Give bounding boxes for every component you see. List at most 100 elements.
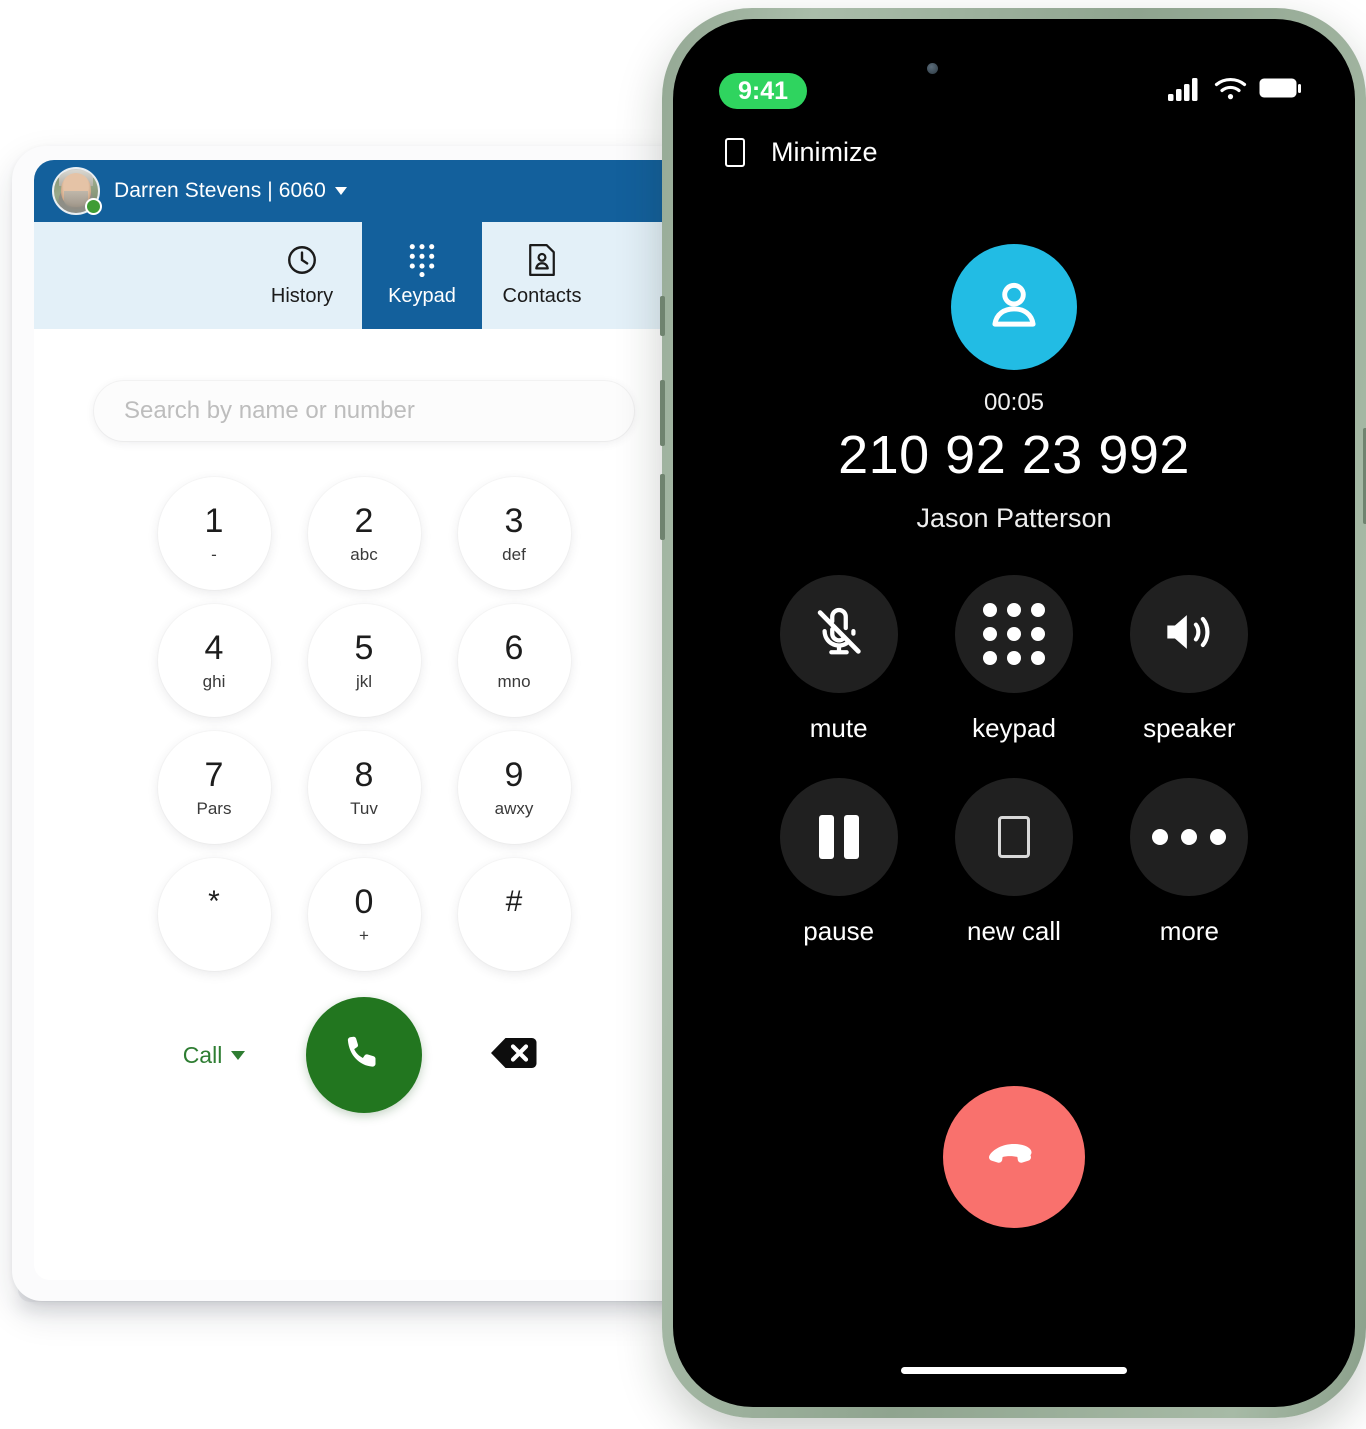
- pause-icon: [818, 815, 859, 859]
- cellular-signal-icon: [1168, 76, 1202, 107]
- tab-contacts[interactable]: Contacts: [482, 222, 602, 329]
- key-digit: *: [208, 885, 220, 918]
- control-speaker-label: speaker: [1143, 713, 1236, 743]
- tab-bar: History Keypad Contacts: [34, 222, 694, 329]
- screenshot-stage: Darren Stevens | 6060 History Keypad Con…: [0, 0, 1366, 1429]
- key-7[interactable]: 7 Pars: [157, 731, 271, 844]
- control-mute-label: mute: [809, 713, 868, 743]
- end-call-button[interactable]: [943, 1086, 1085, 1228]
- call-type-dropdown[interactable]: Call: [183, 1042, 246, 1069]
- account-label: Darren Stevens | 6060: [114, 179, 326, 202]
- status-indicators: [1168, 76, 1303, 107]
- person-icon: [983, 274, 1045, 341]
- phone-handset-icon: [341, 1030, 387, 1081]
- keypad-panel: Search by name or number 1 - 2 abc 3 def: [34, 329, 694, 1280]
- phone-volume-up-button[interactable]: [660, 380, 665, 446]
- key-digit: 4: [204, 629, 224, 667]
- key-4[interactable]: 4 ghi: [157, 604, 271, 717]
- dial-keypad: 1 - 2 abc 3 def 4 ghi 5 jkl 6 mno 7 Pars…: [139, 477, 589, 971]
- key-8[interactable]: 8 Tuv: [307, 731, 421, 844]
- key-digit: 5: [354, 629, 374, 667]
- control-pause[interactable]: pause: [779, 778, 898, 947]
- control-more-label: more: [1159, 916, 1219, 946]
- home-indicator[interactable]: [901, 1367, 1127, 1374]
- phone-device: 9:41 Minimize 00:05 210 92 23 992 Jason …: [660, 8, 1366, 1418]
- tab-keypad-label: Keypad: [388, 285, 456, 307]
- tab-history[interactable]: History: [242, 222, 362, 329]
- phone-notch: [901, 19, 1127, 53]
- tab-keypad[interactable]: Keypad: [362, 222, 482, 329]
- call-type-label: Call: [182, 1041, 223, 1068]
- control-mute-circle: [779, 575, 898, 693]
- wifi-icon: [1214, 76, 1247, 106]
- key-star[interactable]: *: [157, 858, 271, 971]
- desktop-device: Darren Stevens | 6060 History Keypad Con…: [12, 146, 702, 1301]
- tab-contacts-label: Contacts: [502, 285, 582, 307]
- key-0[interactable]: 0 +: [307, 858, 421, 971]
- key-digit: 7: [204, 756, 224, 794]
- backspace-icon: [491, 1037, 537, 1068]
- in-call-controls: mute keypad speaker pause new call more: [673, 575, 1355, 947]
- clock-icon: [285, 243, 319, 277]
- control-keypad-circle: [954, 575, 1073, 693]
- control-new-call[interactable]: new call: [954, 778, 1073, 947]
- mic-off-icon: [812, 605, 866, 664]
- key-2[interactable]: 2 abc: [307, 477, 421, 590]
- caller-name: Jason Patterson: [916, 503, 1112, 533]
- key-9[interactable]: 9 awxy: [457, 731, 571, 844]
- contact-card-icon: [527, 243, 557, 277]
- chevron-down-icon: [231, 1050, 246, 1060]
- key-6[interactable]: 6 mno: [457, 604, 571, 717]
- battery-icon: [1259, 77, 1303, 105]
- phone-mute-switch[interactable]: [660, 296, 665, 336]
- key-digit: 6: [504, 629, 524, 667]
- ellipsis-icon: [1152, 829, 1227, 845]
- key-letters: Tuv: [350, 799, 378, 818]
- control-pause-label: pause: [803, 916, 875, 946]
- key-3[interactable]: 3 def: [457, 477, 571, 590]
- key-letters: mno: [497, 672, 531, 691]
- minimize-label: Minimize: [771, 137, 878, 167]
- new-call-icon: [997, 816, 1030, 858]
- status-time: 9:41: [719, 72, 808, 110]
- control-more[interactable]: more: [1130, 778, 1249, 947]
- control-new-call-label: new call: [967, 916, 1061, 946]
- end-call-icon: [985, 1138, 1043, 1177]
- key-letters: jkl: [355, 672, 373, 691]
- tab-history-label: History: [270, 285, 334, 307]
- call-button[interactable]: [306, 997, 422, 1113]
- avatar[interactable]: [52, 167, 102, 215]
- key-letters: abc: [350, 545, 378, 564]
- control-mute[interactable]: mute: [779, 575, 898, 744]
- search-input[interactable]: Search by name or number: [94, 381, 634, 441]
- desktop-app-window: Darren Stevens | 6060 History Keypad Con…: [34, 160, 694, 1280]
- account-switcher[interactable]: Darren Stevens | 6060: [114, 179, 347, 203]
- status-bar: 9:41: [673, 71, 1355, 111]
- dialer-actions: Call: [139, 997, 589, 1113]
- key-digit: 0: [354, 883, 374, 921]
- key-digit: 8: [354, 756, 374, 794]
- call-duration: 00:05: [983, 389, 1045, 416]
- control-new-call-circle: [954, 778, 1073, 896]
- key-digit: #: [505, 885, 523, 918]
- minimize-button[interactable]: Minimize: [725, 137, 878, 168]
- phone-volume-down-button[interactable]: [660, 474, 665, 540]
- key-digit: 3: [504, 502, 524, 540]
- backspace-button[interactable]: [490, 1034, 538, 1077]
- key-letters: -: [211, 545, 217, 564]
- key-hash[interactable]: #: [457, 858, 571, 971]
- key-digit: 2: [354, 502, 374, 540]
- control-speaker[interactable]: speaker: [1130, 575, 1249, 744]
- key-5[interactable]: 5 jkl: [307, 604, 421, 717]
- dialpad-icon: [982, 603, 1045, 665]
- key-letters: +: [359, 926, 369, 945]
- app-header: Darren Stevens | 6060: [34, 160, 694, 222]
- caller-number: 210 92 23 992: [838, 425, 1190, 485]
- control-keypad-label: keypad: [972, 713, 1056, 743]
- caller-avatar: [951, 244, 1077, 370]
- minimize-icon: [725, 138, 745, 167]
- presence-indicator-online: [85, 198, 102, 215]
- key-1[interactable]: 1 -: [157, 477, 271, 590]
- key-letters: Pars: [196, 799, 232, 818]
- control-keypad[interactable]: keypad: [954, 575, 1073, 744]
